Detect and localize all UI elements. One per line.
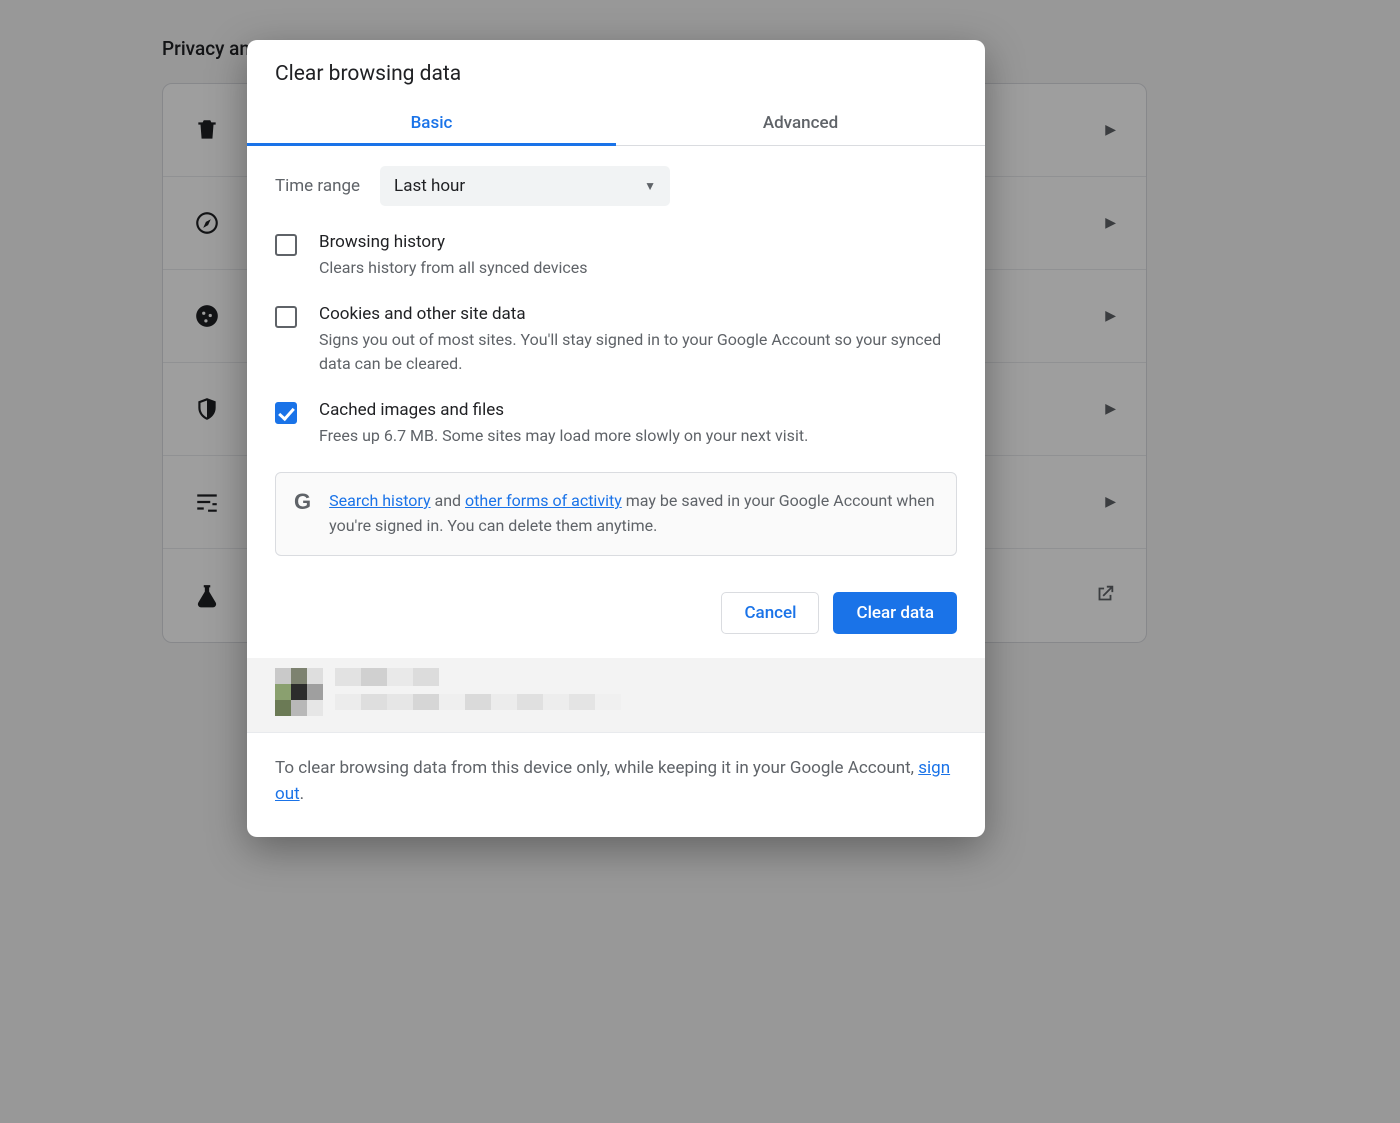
option-desc: Frees up 6.7 MB. Some sites may load mor… (319, 424, 957, 448)
option-desc: Signs you out of most sites. You'll stay… (319, 328, 957, 376)
account-info-redacted (247, 658, 985, 732)
google-g-icon: G (294, 489, 311, 515)
time-range-label: Time range (275, 176, 360, 196)
option-title: Cached images and files (319, 400, 957, 420)
info-text: Search history and other forms of activi… (329, 489, 938, 539)
dialog-tabs: Basic Advanced (247, 100, 985, 146)
cancel-button[interactable]: Cancel (721, 592, 819, 634)
checkbox-browsing-history[interactable] (275, 234, 297, 256)
time-range-select[interactable]: Last hour ▼ (380, 166, 670, 206)
checkbox-cached[interactable] (275, 402, 297, 424)
option-desc: Clears history from all synced devices (319, 256, 957, 280)
option-cached[interactable]: Cached images and files Frees up 6.7 MB.… (275, 400, 957, 448)
google-account-info: G Search history and other forms of acti… (275, 472, 957, 556)
tab-basic[interactable]: Basic (247, 100, 616, 145)
dialog-body: Time range Last hour ▼ Browsing history … (247, 146, 985, 586)
other-activity-link[interactable]: other forms of activity (465, 491, 622, 510)
dialog-title: Clear browsing data (247, 40, 985, 100)
search-history-link[interactable]: Search history (329, 491, 430, 510)
dropdown-arrow-icon: ▼ (644, 179, 656, 193)
option-cookies[interactable]: Cookies and other site data Signs you ou… (275, 304, 957, 376)
dialog-footer-note: To clear browsing data from this device … (247, 732, 985, 838)
option-title: Cookies and other site data (319, 304, 957, 324)
clear-browsing-data-dialog: Clear browsing data Basic Advanced Time … (247, 40, 985, 837)
checkbox-cookies[interactable] (275, 306, 297, 328)
time-range-value: Last hour (394, 176, 465, 196)
option-title: Browsing history (319, 232, 957, 252)
dialog-actions: Cancel Clear data (247, 586, 985, 658)
tab-advanced[interactable]: Advanced (616, 100, 985, 145)
option-browsing-history[interactable]: Browsing history Clears history from all… (275, 232, 957, 280)
clear-data-button[interactable]: Clear data (833, 592, 957, 634)
